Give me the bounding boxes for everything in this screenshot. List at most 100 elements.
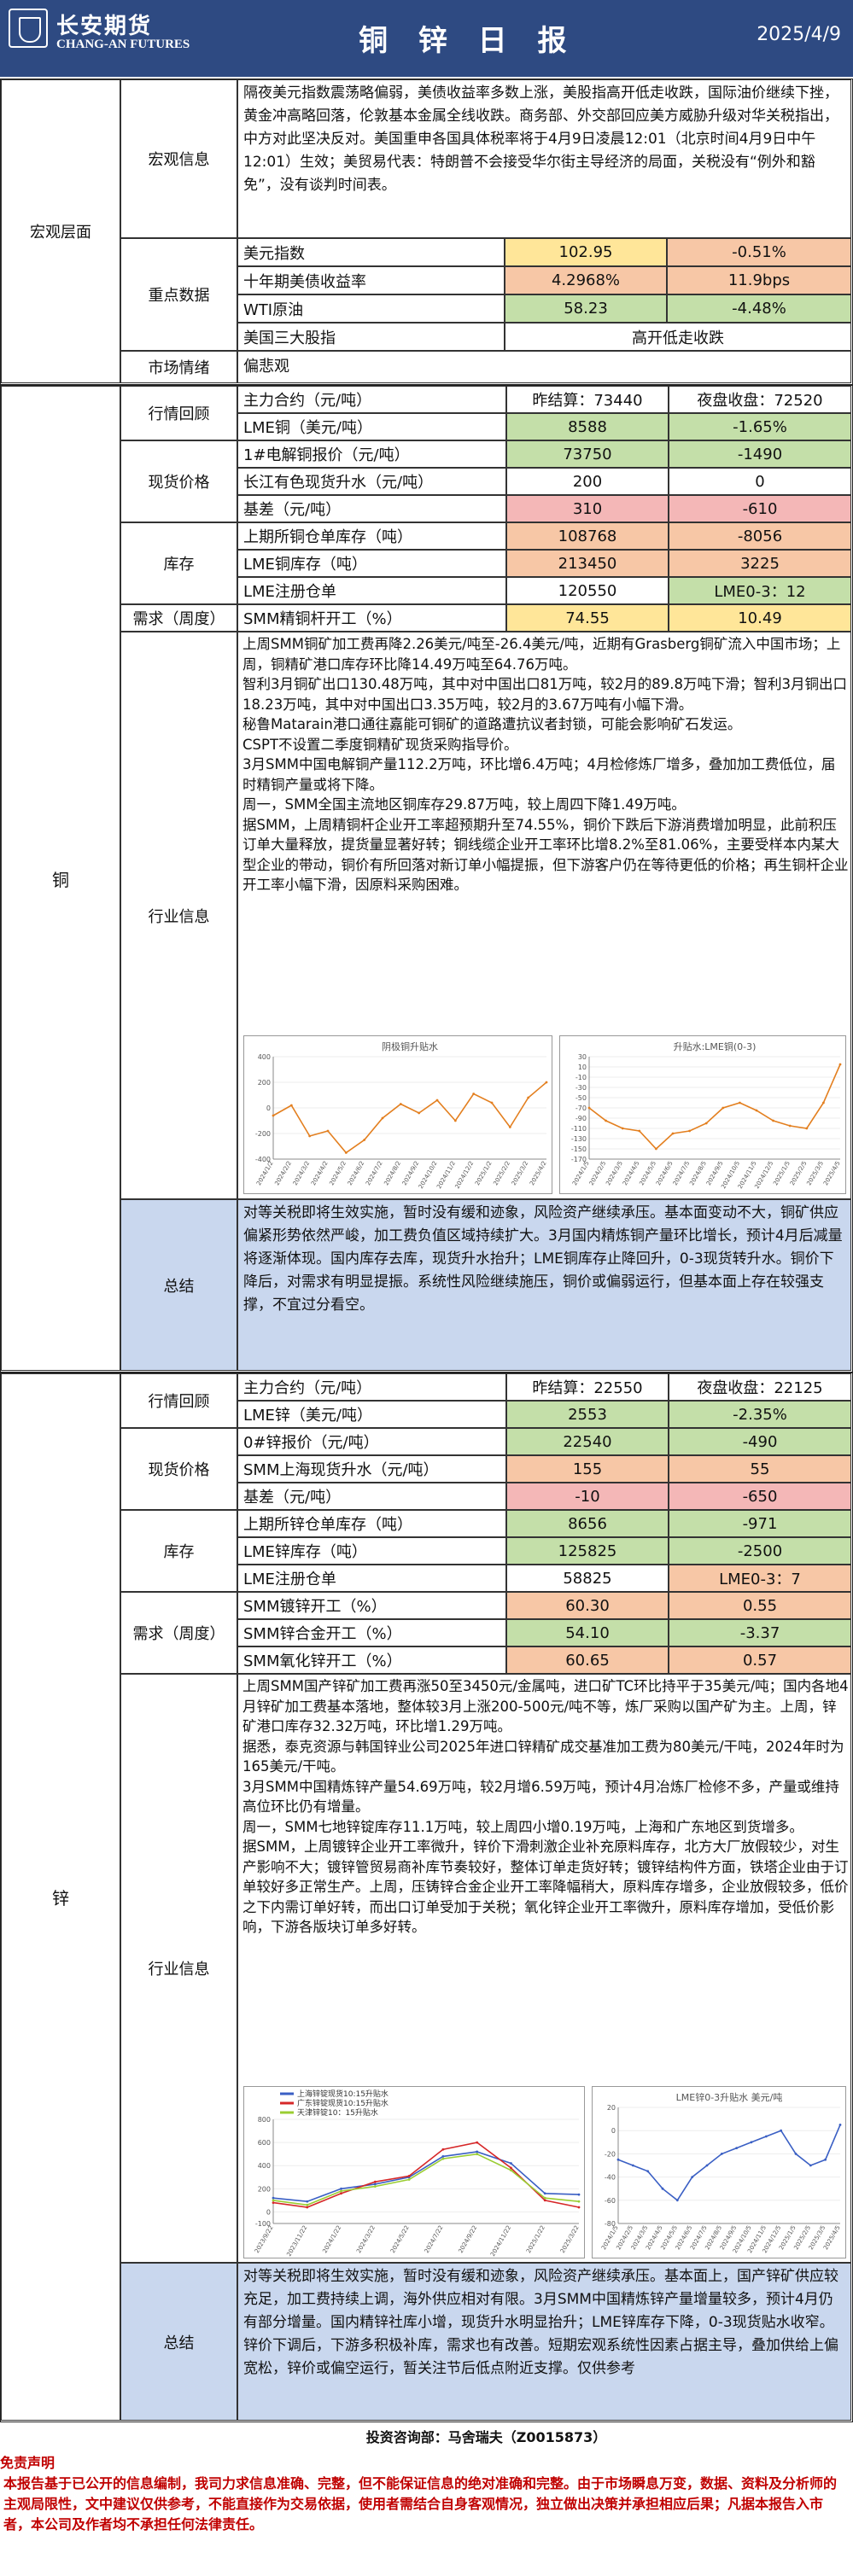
data-point	[453, 1119, 457, 1122]
table-row: 长江有色现货升水（元/吨） 200 0	[237, 468, 851, 495]
data-point	[722, 1106, 725, 1110]
paragraph: 智利3月铜矿出口130.48万吨，其中对中国出口81万吨，较2月的89.8万吨下…	[242, 676, 847, 713]
data-point	[472, 1093, 476, 1095]
data-point	[272, 1114, 275, 1117]
row-change: 夜盘收盘：22125	[669, 1373, 851, 1401]
row-name: 主力合约（元/吨）	[237, 386, 506, 413]
legend-label: 广东锌锭现货10:15升贴水	[297, 2098, 389, 2108]
zinc-industry-label: 行业信息	[120, 1674, 237, 2263]
y-tick-label: 400	[258, 2162, 271, 2170]
macro-section-label: 宏观层面	[1, 79, 120, 383]
data-point	[750, 2141, 753, 2144]
chart-title: LME锌0-3升贴水 美元/吨	[676, 2091, 783, 2103]
row-change: 高开低走收跌	[505, 323, 851, 351]
table-row: 1#电解铜报价（元/吨） 73750 -1490	[237, 440, 851, 468]
row-value: 108768	[506, 522, 669, 550]
legend-label: 天津锌锭10：15升贴水	[297, 2107, 378, 2118]
row-name: LME铜库存（吨）	[237, 550, 506, 577]
data-point	[688, 1129, 691, 1133]
x-tick-label: 2024/12/2	[454, 1160, 476, 1190]
copper-spot-label: 现货价格	[120, 440, 237, 522]
data-point	[822, 1101, 825, 1104]
zinc-market-label: 行情回顾	[120, 1373, 237, 1428]
data-point	[543, 2192, 546, 2195]
row-name: 美元指数	[237, 238, 505, 266]
y-tick-label: 800	[258, 2116, 271, 2124]
row-change: -610	[669, 495, 851, 522]
data-point	[794, 2153, 797, 2155]
data-point	[805, 1127, 809, 1130]
chart-title: 阴极铜升贴水	[382, 1040, 438, 1052]
paragraph: 据SMM，上周镀锌企业开工率微升，锌价下滑刺激企业补充原料库存，北方大厂放假较少…	[242, 1839, 849, 1935]
data-point	[508, 1126, 511, 1128]
paragraph: 周一，SMM七地锌锭库存11.1万吨，较上周四小增0.19万吨，上海和广东地区到…	[242, 1818, 803, 1835]
brand-name-cn: 长安期货	[56, 14, 153, 39]
row-name: 0#锌报价（元/吨）	[237, 1428, 506, 1455]
y-tick-label: 0	[266, 1104, 271, 1112]
copper-spot-table: 1#电解铜报价（元/吨） 73750 -1490 长江有色现货升水（元/吨） 2…	[237, 440, 851, 522]
data-point	[638, 1129, 641, 1133]
row-change: LME0-3：12	[669, 577, 851, 604]
table-row: SMM精铜杆开工（%） 74.55 10.49	[237, 604, 851, 632]
row-name: 上期所锌仓单库存（吨）	[237, 1510, 506, 1537]
data-point	[435, 1099, 439, 1102]
lme-copper-spread-chart-svg: 升贴水:LME铜(0-3) 30 10 -10 -30 -50 -70 -90 -110 -130…	[571, 1040, 842, 1190]
x-tick-label: 2024/1/22	[321, 2224, 342, 2254]
row-change: -2500	[669, 1537, 851, 1565]
data-point	[764, 2135, 768, 2138]
zinc-industry-text: 上周SMM国产锌矿加工费再涨50至3450元/金属吨，进口矿TC环比持平于35美…	[238, 1675, 850, 1939]
data-point	[326, 1129, 330, 1133]
brand-name-en: CHANG-AN FUTURES	[56, 38, 190, 51]
x-tick-label: 2024/4/2	[310, 1160, 330, 1186]
data-point	[545, 1081, 548, 1084]
paragraph: 秘鲁Matarain港口通往嘉能可铜矿的道路遭抗议者封锁，可能会影响矿石发运。	[242, 716, 742, 732]
y-tick-label: -30	[575, 1084, 587, 1092]
zinc-market-table: 主力合约（元/吨） 昨结算：22550 夜盘收盘：22125 LME锌（美元/吨…	[237, 1373, 851, 1428]
data-point	[272, 2196, 275, 2200]
table-row: SMM锌合金开工（%） 54.10 -3.37	[237, 1619, 851, 1646]
data-point	[441, 2154, 445, 2158]
row-change: -4.48%	[667, 294, 851, 323]
x-tick-label: 2024/8/2	[383, 1160, 402, 1186]
data-point	[739, 1101, 741, 1104]
row-change: 10.49	[669, 604, 851, 632]
row-change: -1490	[669, 440, 851, 468]
data-point	[476, 2153, 479, 2156]
y-tick-label: 600	[258, 2139, 271, 2147]
copper-section: 铜 行情回顾 主力合约（元/吨） 昨结算：73440 夜盘收盘：72520 LM…	[0, 385, 853, 1373]
y-tick-label: -50	[575, 1094, 587, 1102]
table-row: 美国三大股指 高开低走收跌	[237, 323, 851, 351]
row-change: 0.57	[669, 1646, 851, 1674]
y-tick-label: -150	[571, 1145, 587, 1153]
data-point	[306, 2200, 309, 2203]
zinc-spot-label: 现货价格	[120, 1428, 237, 1510]
y-tick-label: 20	[607, 2104, 616, 2112]
copper-summary-label: 总结	[120, 1199, 237, 1371]
copper-section-label: 铜	[1, 386, 120, 1371]
report-header: 长安期货 CHANG-AN FUTURES 铜 锌 日 报 2025/4/9	[0, 0, 853, 77]
data-point	[510, 2169, 512, 2172]
x-tick-label: 2024/11/22	[489, 2224, 512, 2258]
row-value: 58.23	[505, 294, 667, 323]
chart-title: 升贴水:LME铜(0-3)	[674, 1040, 757, 1052]
y-tick-label: 30	[578, 1053, 587, 1061]
legend-label: 上海锌锭现货10:15升贴水	[297, 2089, 389, 2099]
row-value: 54.10	[506, 1619, 669, 1646]
series-line	[617, 2124, 841, 2201]
data-point	[340, 2187, 342, 2190]
row-change: -1.65%	[669, 413, 851, 440]
row-change: 55	[669, 1455, 851, 1483]
y-tick-label: -70	[575, 1104, 587, 1112]
row-value: 8656	[506, 1510, 669, 1537]
data-point	[418, 1111, 421, 1115]
row-name: SMM氧化锌开工（%）	[237, 1646, 506, 1674]
y-tick-label: 0	[266, 2208, 271, 2216]
data-point	[631, 2164, 634, 2167]
table-row: 上期所锌仓单库存（吨） 8656 -971	[237, 1510, 851, 1537]
row-name: 长江有色现货升水（元/吨）	[237, 468, 506, 495]
row-change: -3.37	[669, 1619, 851, 1646]
series-line	[272, 1081, 547, 1154]
macro-section: 宏观层面 宏观信息 隔夜美元指数震荡略偏弱，美债收益率多数上涨，美股指高开低走收…	[0, 79, 853, 385]
x-tick-label: 2025/3/22	[559, 2224, 581, 2254]
paragraph: 据SMM，上周精铜杆企业开工率超预期升至74.55%，铜价下跌后下游消费增加明显…	[242, 816, 849, 894]
